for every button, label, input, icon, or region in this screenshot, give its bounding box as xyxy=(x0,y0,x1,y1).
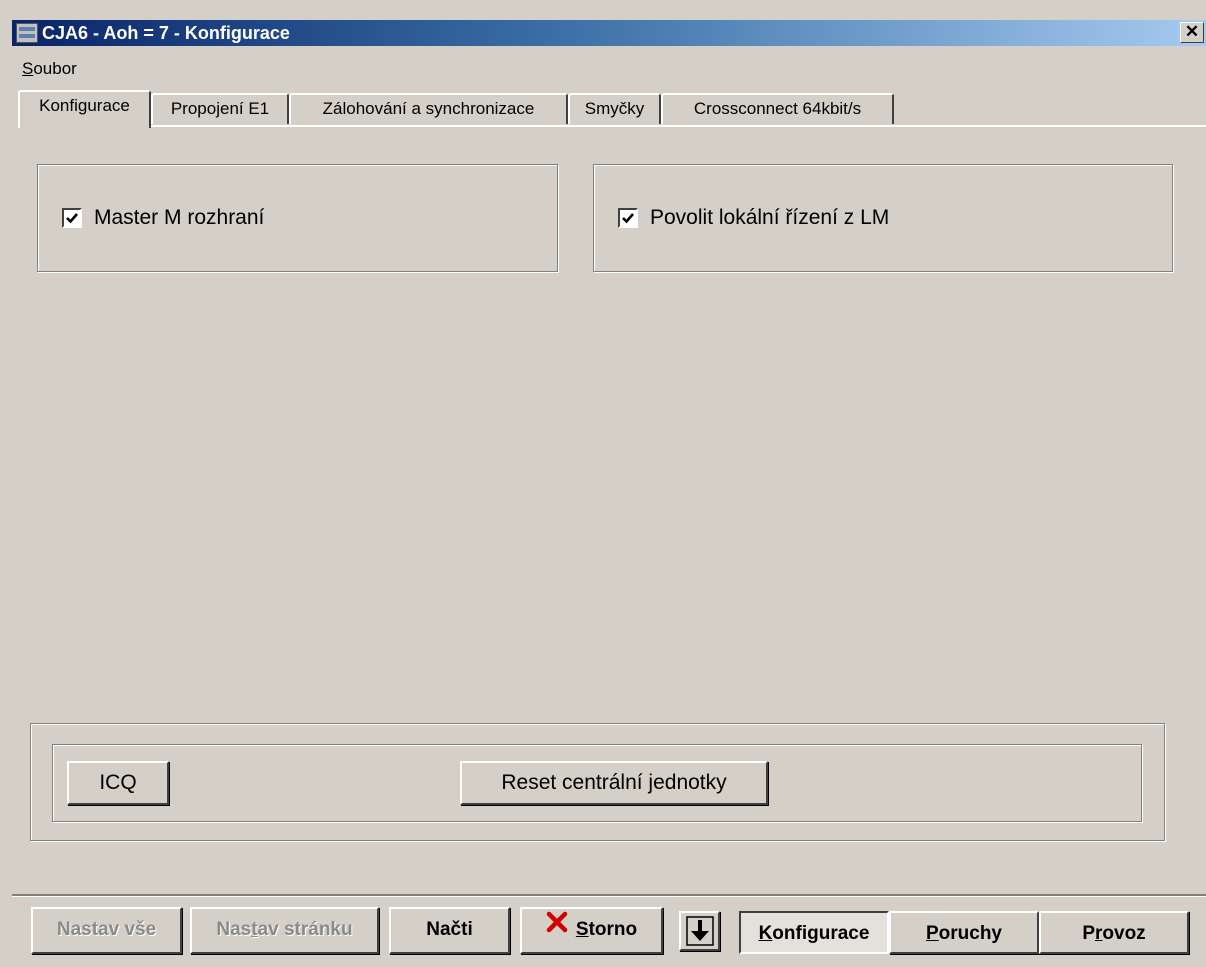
set-page-button[interactable]: Nastav stránku xyxy=(190,907,379,954)
reset-central-unit-button[interactable]: Reset centrální jednotky xyxy=(460,761,768,805)
download-arrow-button[interactable] xyxy=(679,911,720,951)
master-m-label: Master M rozhraní xyxy=(94,206,265,229)
check-icon xyxy=(66,213,78,224)
local-control-label: Povolit lokální řízení z LM xyxy=(650,206,890,229)
app-icon[interactable] xyxy=(16,23,38,43)
cancel-button[interactable]: Storno xyxy=(520,907,663,954)
title-bar[interactable]: CJA6 - Aoh = 7 - Konfigurace ✕ xyxy=(12,20,1206,46)
toolbar-separator xyxy=(12,894,1206,897)
tab-panel-border xyxy=(18,125,1206,127)
tab-smycky[interactable]: Smyčky xyxy=(568,93,661,124)
faults-view-button[interactable]: Poruchy xyxy=(889,911,1039,954)
master-m-checkbox[interactable]: Master M rozhraní xyxy=(62,206,264,230)
icq-button[interactable]: ICQ xyxy=(67,761,169,805)
tab-konfigurace[interactable]: Konfigurace xyxy=(18,90,151,128)
menu-item-soubor[interactable]: Soubor xyxy=(22,59,77,78)
tab-zalohovani[interactable]: Zálohování a synchronizace xyxy=(289,93,568,124)
set-all-button[interactable]: Nastav vše xyxy=(31,907,182,954)
tab-crossconnect[interactable]: Crossconnect 64kbit/s xyxy=(661,93,894,124)
check-icon xyxy=(622,213,634,224)
operation-view-button[interactable]: Provoz xyxy=(1039,911,1189,954)
checkbox-box[interactable] xyxy=(618,208,638,228)
configuration-view-button[interactable]: Konfigurace xyxy=(739,911,889,954)
load-button[interactable]: Načti xyxy=(389,907,510,954)
window-title: CJA6 - Aoh = 7 - Konfigurace xyxy=(42,23,290,43)
close-button[interactable]: ✕ xyxy=(1180,22,1204,43)
tab-propojeni-e1[interactable]: Propojení E1 xyxy=(151,93,289,124)
checkbox-box[interactable] xyxy=(62,208,82,228)
red-x-icon xyxy=(546,907,568,949)
close-icon: ✕ xyxy=(1184,22,1200,41)
menu-bar: Soubor xyxy=(22,57,77,83)
config-window: CJA6 - Aoh = 7 - Konfigurace ✕ Soubor Ko… xyxy=(0,0,1206,967)
local-control-checkbox[interactable]: Povolit lokální řízení z LM xyxy=(618,206,889,230)
down-arrow-icon xyxy=(686,916,714,946)
